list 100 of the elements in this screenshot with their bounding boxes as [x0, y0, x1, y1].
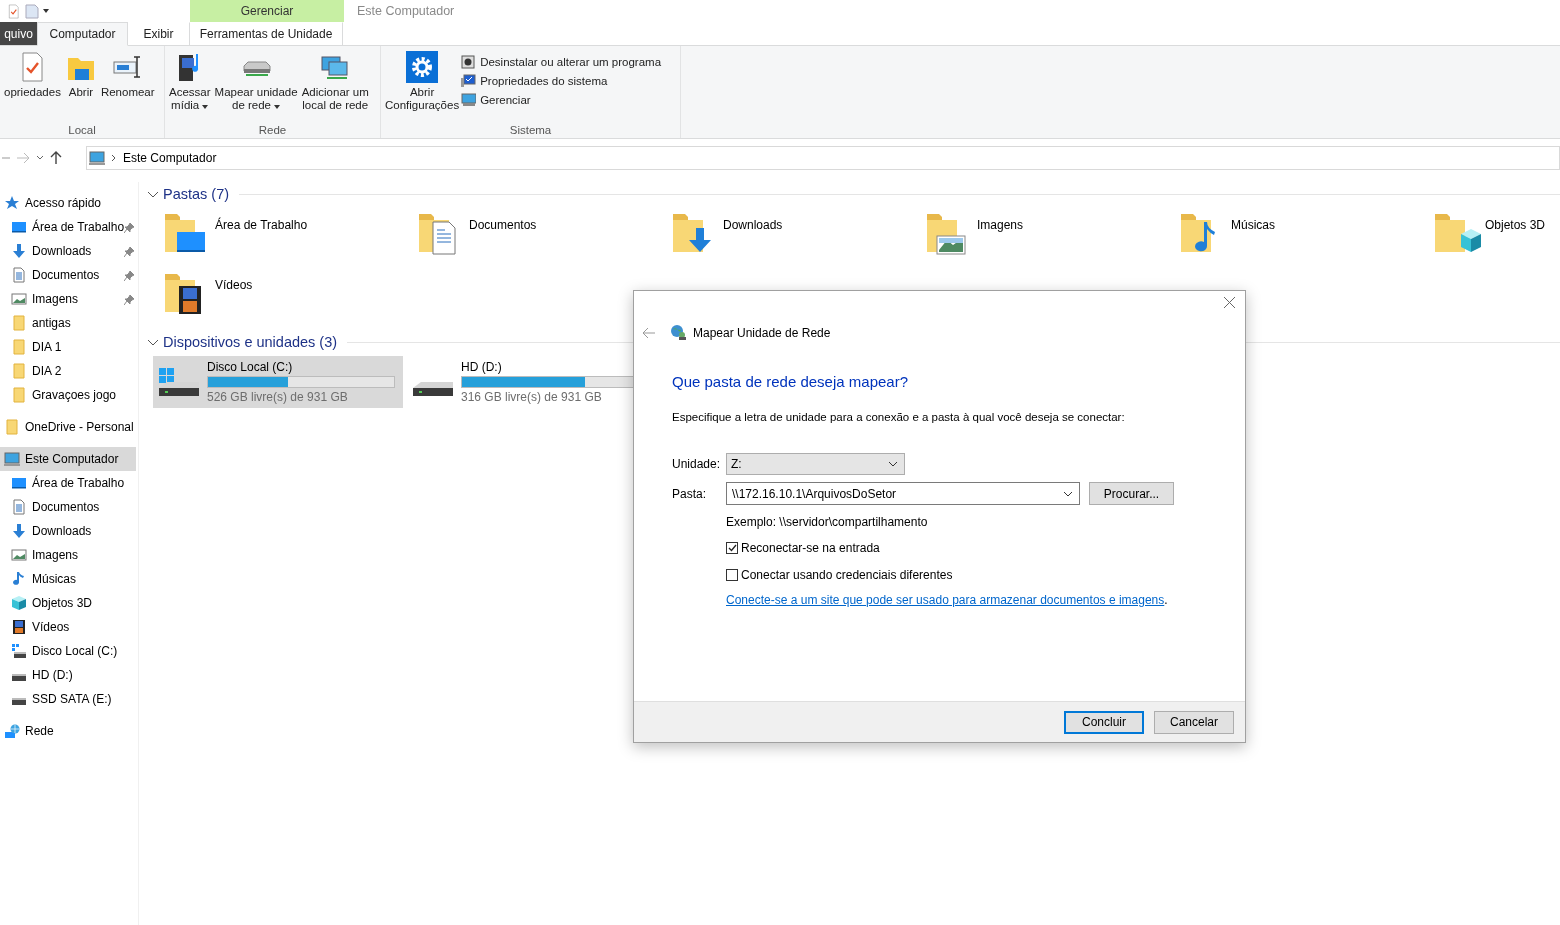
- star-icon: [4, 195, 20, 211]
- section-title: Dispositivos e unidades (3): [163, 334, 338, 350]
- ribbon-button[interactable]: Abrir: [62, 51, 99, 99]
- folder-combobox[interactable]: \\172.16.10.1\ArquivosDoSetor: [726, 482, 1080, 505]
- picture-icon: [11, 547, 27, 563]
- ribbon-small-button[interactable]: Propriedades do sistema: [461, 73, 662, 88]
- ribbon-button[interactable]: Adicionar um local de rede: [299, 51, 371, 112]
- computer-icon: [461, 92, 477, 107]
- folder-icon: [11, 363, 27, 379]
- dialog-button[interactable]: Cancelar: [1154, 710, 1234, 734]
- sidebar-item[interactable]: Vídeos: [0, 615, 136, 639]
- sidebar-item[interactable]: DIA 1: [0, 335, 136, 359]
- context-tab-header: Gerenciar: [190, 0, 344, 22]
- cube-icon: [11, 595, 27, 611]
- example-text: Exemplo: \\servidor\compartilhamento: [726, 515, 929, 529]
- browse-button[interactable]: Procurar...: [1089, 482, 1174, 505]
- ribbon-small-button[interactable]: Desinstalar ou alterar um programa: [461, 54, 662, 69]
- address-bar[interactable]: Este Computador: [86, 146, 1560, 170]
- sidebar-item[interactable]: Gravaçoes jogo: [0, 383, 136, 407]
- folder-item[interactable]: Objetos 3D: [1433, 206, 1560, 266]
- sidebar-item[interactable]: DIA 2: [0, 359, 136, 383]
- settings-icon: [406, 51, 439, 83]
- ribbon-button[interactable]: Renomear: [98, 51, 157, 99]
- drive-select[interactable]: Z:: [726, 453, 905, 475]
- sidebar-item[interactable]: Downloads: [0, 239, 136, 263]
- drive-name: Disco Local (C:): [207, 360, 294, 374]
- folder-icon: [11, 387, 27, 403]
- close-icon[interactable]: [1224, 297, 1235, 308]
- ribbon-group-label: Rede: [257, 124, 288, 138]
- document-icon: [11, 267, 27, 283]
- folder-item[interactable]: Vídeos: [163, 266, 417, 326]
- instruction-text: Especifique a letra de unidade para a conexão e a pasta à qual você deseja se conectar:: [672, 411, 1126, 423]
- section-title: Pastas (7): [163, 186, 230, 202]
- folder-item[interactable]: Documentos: [417, 206, 671, 266]
- sidebar-item[interactable]: Este Computador: [0, 447, 136, 471]
- drive-icon: [411, 382, 455, 396]
- monitor-icon: [11, 475, 27, 491]
- computer-icon: [4, 451, 20, 467]
- field-label: Pasta:: [672, 486, 708, 501]
- network-icon: [4, 723, 20, 739]
- sidebar-item[interactable]: Rede: [0, 719, 136, 743]
- dialog-heading: Que pasta de rede deseja mapear?: [672, 373, 909, 390]
- film-icon: [11, 619, 27, 635]
- field-label: Unidade:: [672, 457, 722, 471]
- sidebar-item[interactable]: OneDrive - Personal: [0, 415, 136, 439]
- drive-name: HD (D:): [461, 360, 503, 374]
- sidebar-item[interactable]: Disco Local (C:): [0, 639, 136, 663]
- link-period: .: [1164, 593, 1168, 607]
- ribbon-button[interactable]: Abrir Configurações: [383, 51, 462, 112]
- folder-icon: [4, 419, 20, 435]
- ribbon-tab[interactable]: quivo: [0, 22, 37, 45]
- folder-icon: [11, 339, 27, 355]
- breadcrumb-separator-icon: [111, 154, 117, 162]
- picture-icon: [11, 291, 27, 307]
- back-arrow-icon[interactable]: [642, 326, 656, 339]
- sidebar-item[interactable]: Imagens: [0, 543, 136, 567]
- drive-tile[interactable]: Disco Local (C:) 526 GB livre(s) de 931 GB: [153, 356, 403, 408]
- sidebar-item[interactable]: Acesso rápido: [0, 191, 136, 215]
- globe-icon: [670, 324, 687, 341]
- free-space-text: 526 GB livre(s) de 931 GB: [207, 390, 349, 404]
- sidebar-item[interactable]: Área de Trabalho: [0, 471, 136, 495]
- ribbon-group-label: Local: [67, 124, 97, 138]
- ribbon-small-button[interactable]: Gerenciar: [461, 92, 662, 107]
- sidebar-item[interactable]: SSD SATA (E:): [0, 687, 136, 711]
- download-arrow-icon: [11, 523, 27, 539]
- sidebar-item[interactable]: Imagens: [0, 287, 136, 311]
- checkmark-icon: [727, 544, 737, 552]
- sidebar-item[interactable]: Documentos: [0, 495, 136, 519]
- folder-item[interactable]: Área de Trabalho: [163, 206, 417, 266]
- sidebar-item[interactable]: Área de Trabalho: [0, 215, 136, 239]
- ribbon-button[interactable]: Acessar mídia: [167, 51, 213, 112]
- sidebar-item[interactable]: Documentos: [0, 263, 136, 287]
- ribbon-tab[interactable]: Computador: [37, 22, 128, 46]
- sidebar-item[interactable]: antigas: [0, 311, 136, 335]
- up-arrow-icon[interactable]: [50, 151, 62, 165]
- folder-item[interactable]: Downloads: [671, 206, 925, 266]
- sidebar-item[interactable]: Músicas: [0, 567, 136, 591]
- window-title: Este Computador: [356, 3, 455, 20]
- sidebar-item[interactable]: HD (D:): [0, 663, 136, 687]
- download-arrow-icon: [11, 243, 27, 259]
- folder-item[interactable]: Imagens: [925, 206, 1179, 266]
- dialog-button[interactable]: Concluir: [1064, 710, 1144, 734]
- free-space-text: 316 GB livre(s) de 931 GB: [461, 390, 603, 404]
- folder-item[interactable]: Músicas: [1179, 206, 1433, 266]
- document-icon: [11, 499, 27, 515]
- ribbon-button[interactable]: Mapear unidade de rede: [212, 51, 300, 112]
- caret-icon: [43, 9, 49, 13]
- checkbox[interactable]: [726, 542, 738, 554]
- drive-icon: [11, 643, 27, 659]
- checkbox[interactable]: [726, 569, 738, 581]
- ribbon-button[interactable]: opriedades: [2, 51, 63, 99]
- address-path[interactable]: Este Computador: [123, 151, 217, 165]
- dialog-title: Mapear Unidade de Rede: [693, 325, 831, 340]
- music-note-icon: [11, 571, 27, 587]
- sidebar-item[interactable]: Downloads: [0, 519, 136, 543]
- sidebar-item[interactable]: Objetos 3D: [0, 591, 136, 615]
- ribbon-tab[interactable]: Ferramentas de Unidade: [189, 22, 343, 45]
- recent-dropdown-icon[interactable]: [36, 155, 44, 161]
- computer-icon: [89, 150, 105, 166]
- drive-icon: [11, 674, 27, 681]
